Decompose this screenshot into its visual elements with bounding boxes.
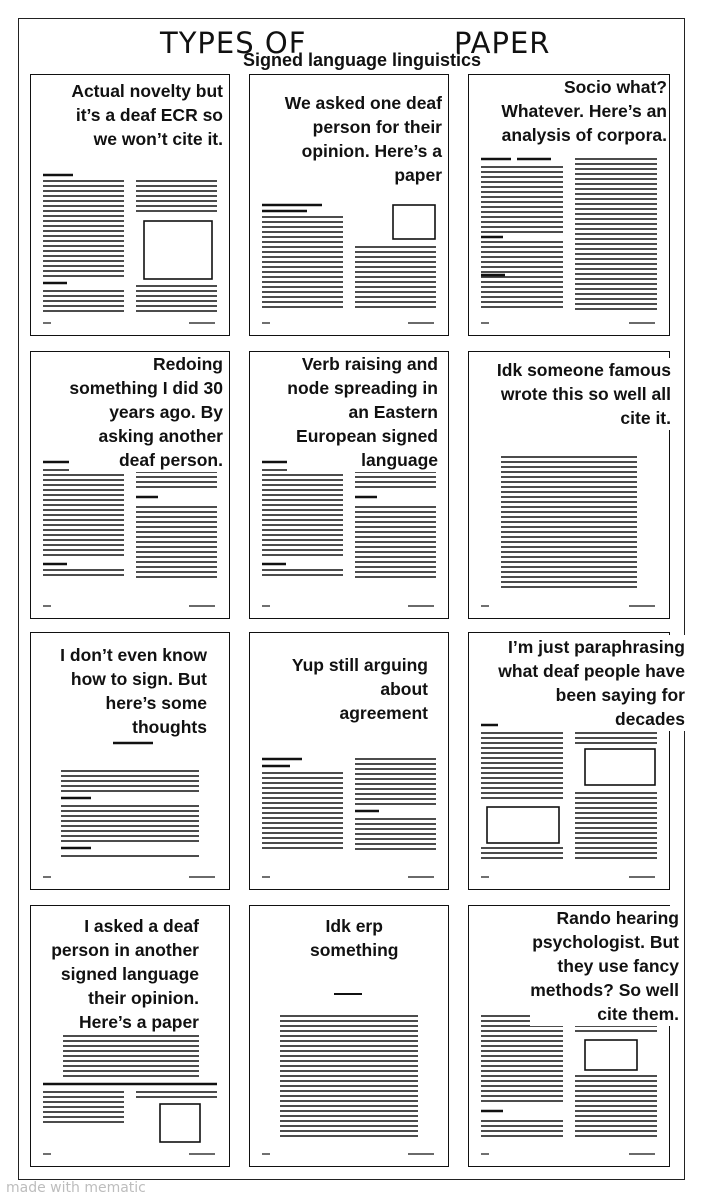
panel-2: We asked one deaf person for their opinion…	[249, 74, 449, 336]
panel-caption: I’m just paraphrasing what deaf people ha…	[498, 635, 685, 731]
panel-caption: We asked one deaf person for their opinion…	[284, 91, 442, 187]
panel-caption: Socio what? Whatever. Here’s an analysis o…	[501, 75, 667, 147]
panel-3: Socio what? Whatever. Here’s an analysis o…	[468, 74, 670, 336]
panel-caption: Rando hearing psychologist. But they use f…	[530, 906, 679, 1026]
panel-11: Idk erp something	[249, 905, 449, 1167]
panel-6: Idk someone famous wrote this so well all…	[468, 351, 671, 619]
panel-7: I don’t even know how to sign. But here’s …	[30, 632, 230, 890]
panel-9: I’m just paraphrasing what deaf people ha…	[468, 632, 685, 890]
panel-8: Yup still arguing about agreement	[249, 632, 449, 890]
panel-caption: I asked a deaf person in another signed la…	[51, 914, 199, 1034]
panel-12: Rando hearing psychologist. But they use f…	[468, 905, 679, 1167]
panel-caption: Actual novelty but it’s a deaf ECR so we w…	[71, 79, 223, 151]
panel-10: I asked a deaf person in another signed la…	[30, 905, 230, 1167]
panel-caption: Yup still arguing about agreement	[291, 653, 428, 725]
panel-caption: Redoing something I did 30 years ago. By as…	[69, 352, 223, 472]
panel-4: Redoing something I did 30 years ago. By as…	[30, 351, 230, 619]
panel-caption: I don’t even know how to sign. But here’s …	[60, 643, 207, 739]
subtitle: Signed language linguistics	[243, 50, 482, 70]
panel-5: Verb raising and node spreading in an East…	[249, 351, 449, 619]
panel-1: Actual novelty but it’s a deaf ECR so we w…	[30, 74, 230, 336]
panel-caption: Idk someone famous wrote this so well all…	[496, 358, 671, 430]
watermark: made with mematic	[6, 1180, 146, 1196]
panel-caption: Verb raising and node spreading in an East…	[287, 352, 438, 472]
panel-caption: Idk erp something	[310, 914, 399, 962]
